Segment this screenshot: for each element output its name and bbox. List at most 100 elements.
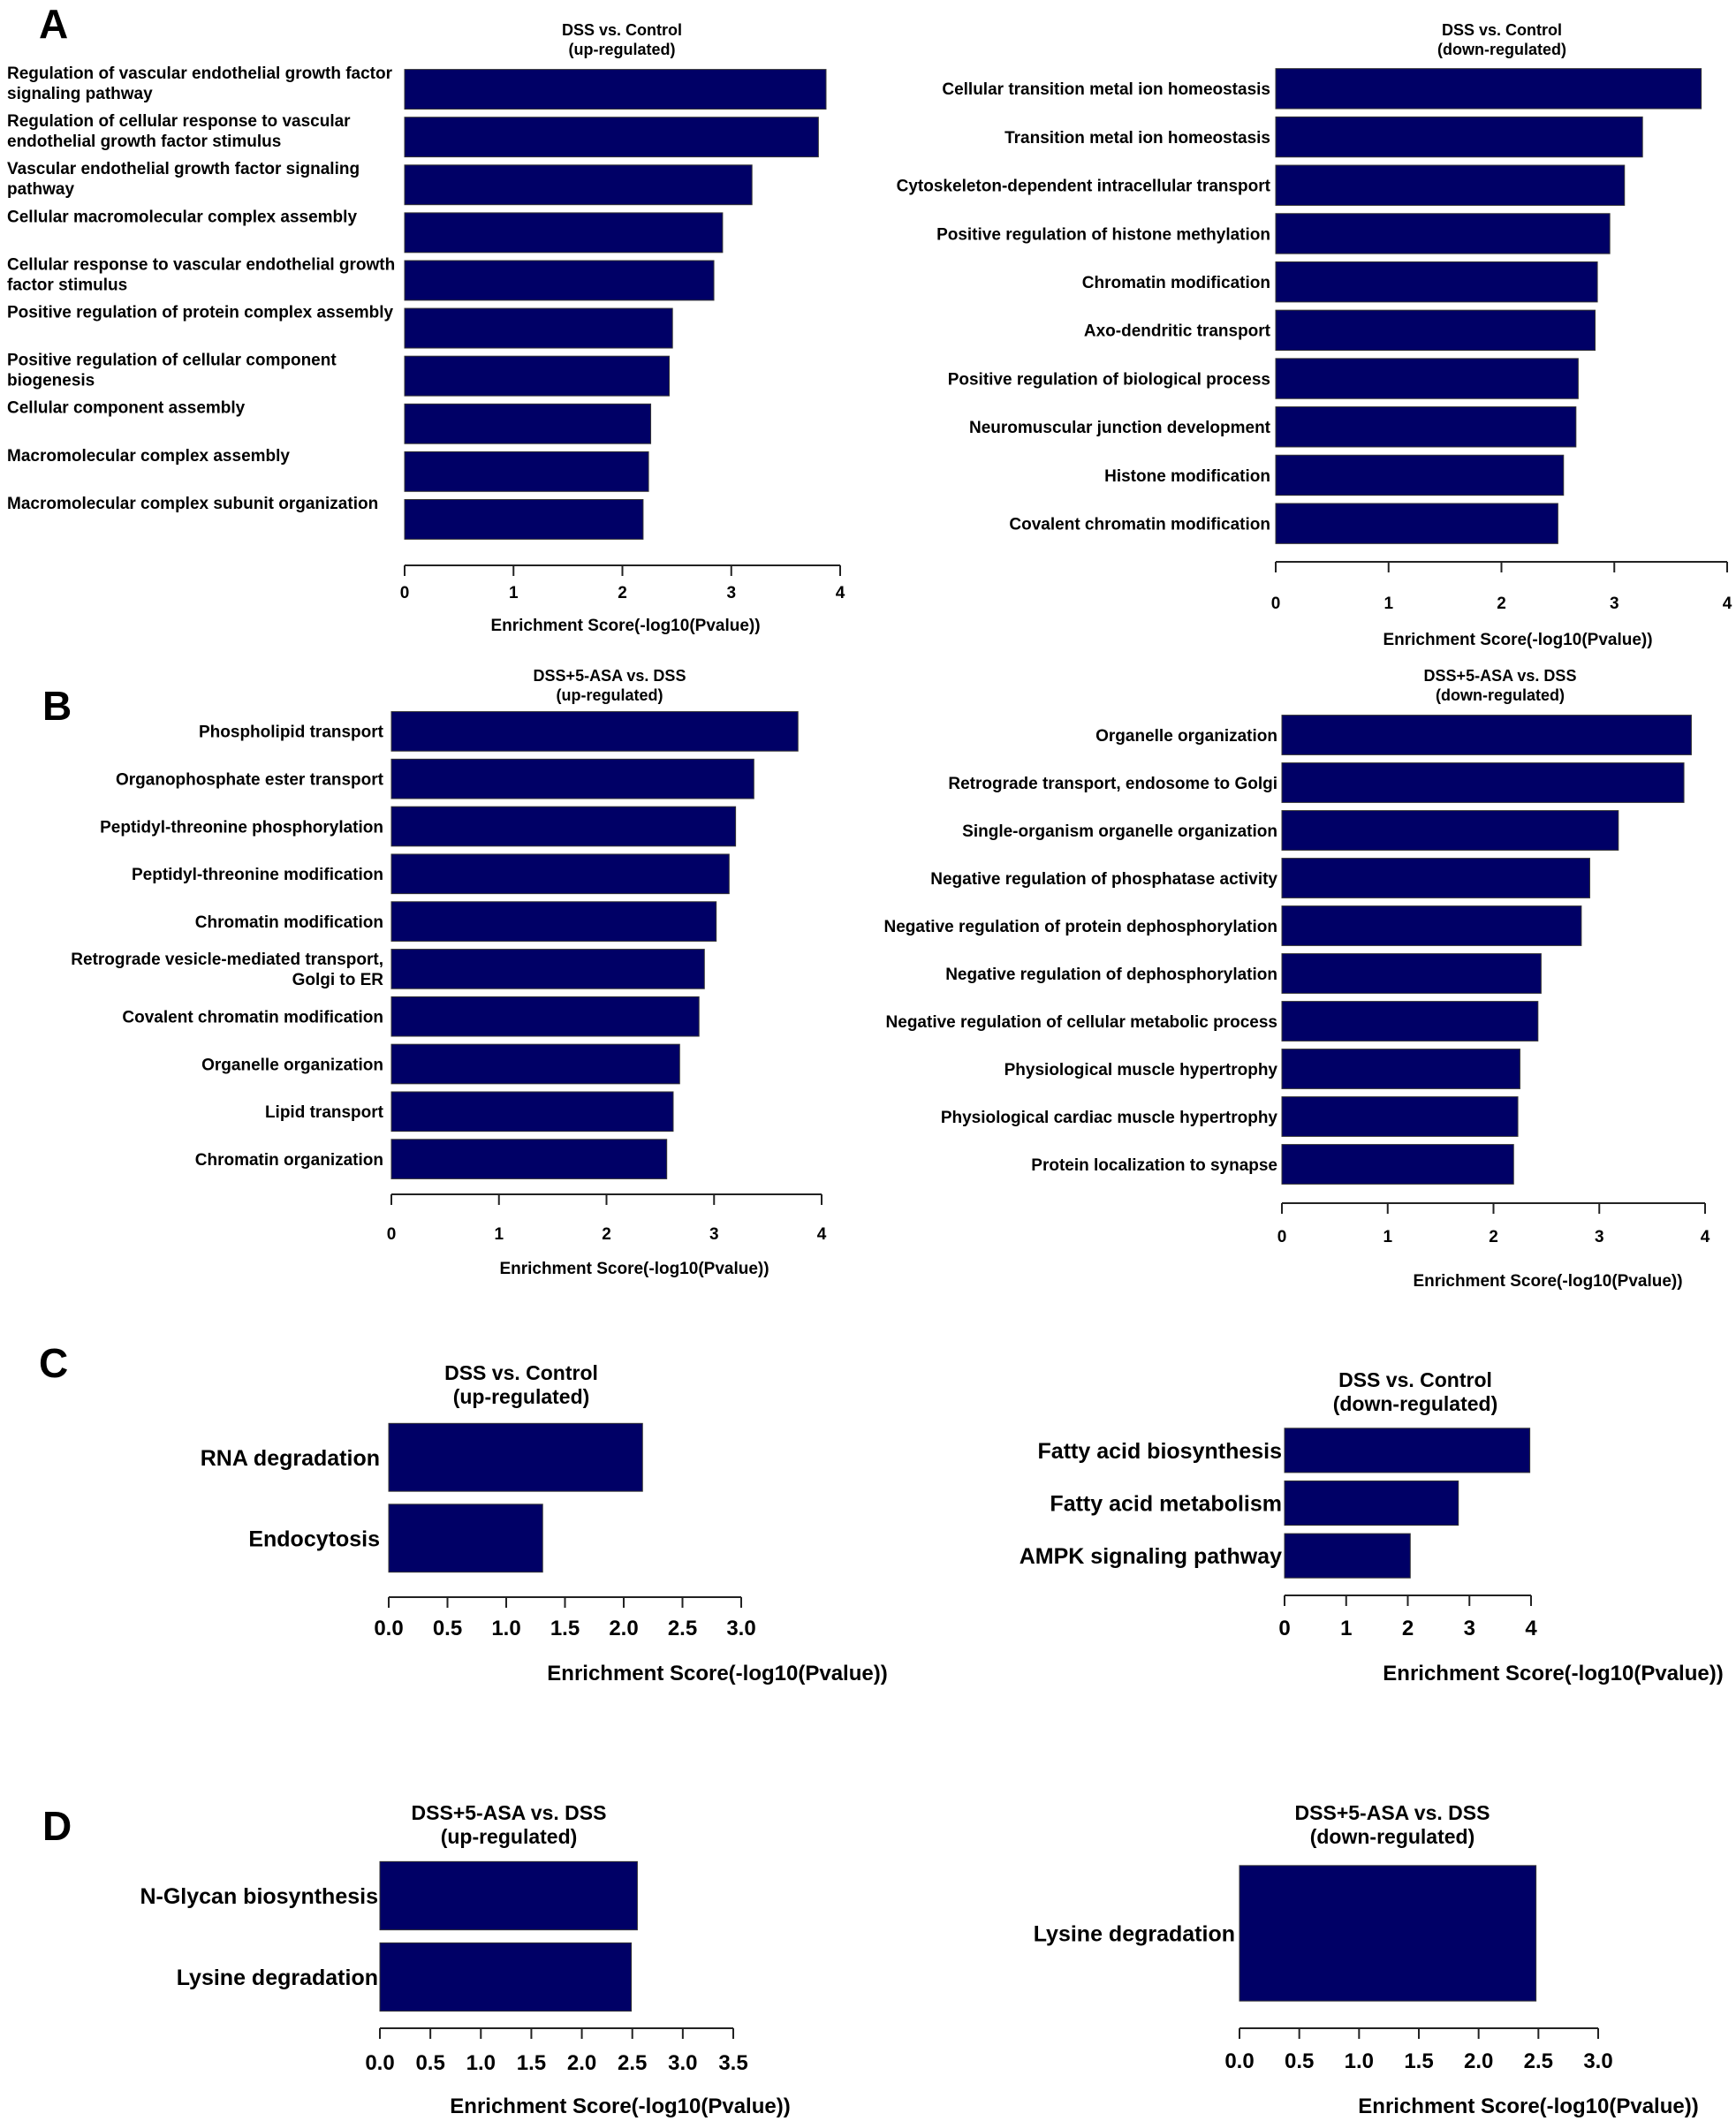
bar	[1284, 1428, 1531, 1473]
x-tick-label: 4	[817, 1225, 827, 1244]
panel-letter-a: A	[39, 1, 69, 47]
x-tick-label: 4	[1701, 1228, 1710, 1246]
x-tick-label: 2.0	[1464, 2049, 1493, 2073]
x-tick-label: 1	[1383, 1228, 1392, 1246]
x-tick-label: 0	[1277, 1228, 1287, 1246]
category-label: Lysine degradation	[177, 1966, 378, 1990]
category-label: Negative regulation of phosphatase activ…	[930, 870, 1277, 889]
category-label: Covalent chromatin modification	[1009, 515, 1270, 534]
bar	[1281, 762, 1685, 803]
bar	[1284, 1480, 1459, 1526]
category-label: Endocytosis	[248, 1526, 380, 1551]
chart-a-down-regulated: DSS vs. Control (down-regulated) Cellular …	[897, 21, 1732, 649]
bar	[1281, 1001, 1539, 1042]
x-axis-label: Enrichment Score(-log10(Pvalue))	[1383, 631, 1652, 649]
category-label: Covalent chromatin modification	[122, 1009, 383, 1027]
chart-title-line: DSS vs. Control	[562, 21, 682, 39]
x-tick-label: 0.0	[374, 1617, 403, 1640]
x-tick-label: 1.5	[517, 2051, 546, 2075]
category-label: Fatty acid biosynthesis	[1038, 1439, 1282, 1464]
chart-title-line: (down-regulated)	[1436, 686, 1565, 704]
x-tick-label: 4	[1525, 1617, 1537, 1640]
bar	[404, 307, 673, 349]
x-axis-label: Enrichment Score(-log10(Pvalue))	[1358, 2094, 1698, 2118]
x-tick-label: 3.0	[726, 1617, 755, 1640]
bar	[1275, 116, 1643, 158]
chart-c-up-regulated: DSS vs. Control(up-regulated) RNA degrada…	[201, 1361, 888, 1685]
x-tick-label: 3.5	[718, 2051, 747, 2075]
bar	[1275, 503, 1558, 544]
x-tick-label: 3	[709, 1225, 719, 1244]
x-tick-label: 3.0	[1583, 2049, 1612, 2073]
x-tick-label: 2	[1402, 1617, 1414, 1640]
bar	[404, 164, 753, 206]
category-label: Vascular endothelial growth factor signa…	[7, 160, 360, 178]
chart-a-up-regulated: DSS vs. Control (up-regulated) Regulation …	[7, 21, 845, 635]
category-label: Fatty acid metabolism	[1050, 1492, 1282, 1517]
category-label: Negative regulation of dephosphorylation	[945, 966, 1277, 984]
bar	[404, 212, 724, 254]
x-axis-label: Enrichment Score(-log10(Pvalue))	[499, 1260, 769, 1278]
category-label: Protein localization to synapse	[1031, 1156, 1277, 1175]
bar	[390, 711, 799, 752]
x-tick-label: 0.5	[433, 1617, 462, 1640]
chart-d-down-regulated: DSS+5-ASA vs. DSS(down-regulated) Lysine …	[1034, 1801, 1699, 2118]
category-label: Organelle organization	[1095, 727, 1277, 746]
category-label: Positive regulation of protein complex a…	[7, 304, 394, 322]
bar	[404, 355, 670, 397]
category-label: Cellular macromolecular complex assembly	[7, 208, 357, 226]
bar	[388, 1504, 543, 1573]
x-tick-label: 0	[1271, 595, 1281, 613]
bar	[390, 853, 730, 895]
bar	[1281, 858, 1590, 898]
category-label: Chromatin modification	[1082, 274, 1270, 292]
x-tick-label: 1	[1340, 1617, 1352, 1640]
chart-title-line: (down-regulated)	[1333, 1392, 1498, 1415]
bar	[404, 451, 649, 492]
category-label: N-Glycan biosynthesis	[140, 1884, 378, 1909]
category-label: Single-organism organelle organization	[962, 822, 1277, 841]
category-label: Cytoskeleton-dependent intracellular tra…	[897, 178, 1271, 196]
chart-title-line: DSS+5-ASA vs. DSS	[534, 667, 686, 685]
bar	[1281, 1049, 1520, 1089]
bar	[1281, 715, 1692, 755]
bar	[1275, 261, 1598, 303]
category-label: Positive regulation of histone methylati…	[936, 225, 1270, 244]
panel-letter-b: B	[42, 683, 72, 729]
x-tick-label: 2.0	[609, 1617, 638, 1640]
category-label: Regulation of vascular endothelial growt…	[7, 64, 393, 83]
bar	[1275, 406, 1577, 448]
x-axis-label: Enrichment Score(-log10(Pvalue))	[490, 617, 760, 635]
bar	[404, 260, 715, 301]
x-tick-label: 0	[1278, 1617, 1290, 1640]
bar	[1281, 810, 1619, 851]
chart-title-line: (up-regulated)	[569, 41, 676, 58]
x-tick-label: 0	[387, 1225, 397, 1244]
bar	[390, 1091, 674, 1132]
bar	[390, 996, 700, 1037]
x-tick-label: 0.0	[365, 2051, 394, 2075]
category-label: Positive regulation of cellular componen…	[7, 352, 337, 370]
bar	[379, 1860, 638, 1931]
category-label: Cellular component assembly	[7, 399, 246, 418]
bar	[1281, 1096, 1519, 1137]
category-label: Retrograde vesicle-mediated transport,	[71, 951, 383, 969]
category-label: Golgi to ER	[292, 971, 384, 989]
category-label: RNA degradation	[201, 1446, 380, 1471]
x-tick-label: 2.5	[618, 2051, 647, 2075]
x-tick-label: 3	[1464, 1617, 1475, 1640]
bar	[1275, 213, 1611, 254]
x-tick-label: 2	[1497, 595, 1506, 613]
chart-title-line: DSS vs. Control	[444, 1361, 598, 1384]
category-label: Phospholipid transport	[199, 723, 384, 742]
category-label: Physiological cardiac muscle hypertrophy	[941, 1109, 1278, 1127]
category-label: Peptidyl-threonine modification	[132, 866, 383, 884]
x-tick-label: 1.5	[1404, 2049, 1433, 2073]
x-tick-label: 2	[602, 1225, 611, 1244]
bar	[1281, 953, 1542, 994]
panel-letter-d: D	[42, 1803, 72, 1849]
category-label: Histone modification	[1104, 467, 1270, 486]
category-label: Lysine degradation	[1034, 1922, 1235, 1947]
x-tick-label: 1	[494, 1225, 504, 1244]
bar	[404, 69, 827, 110]
